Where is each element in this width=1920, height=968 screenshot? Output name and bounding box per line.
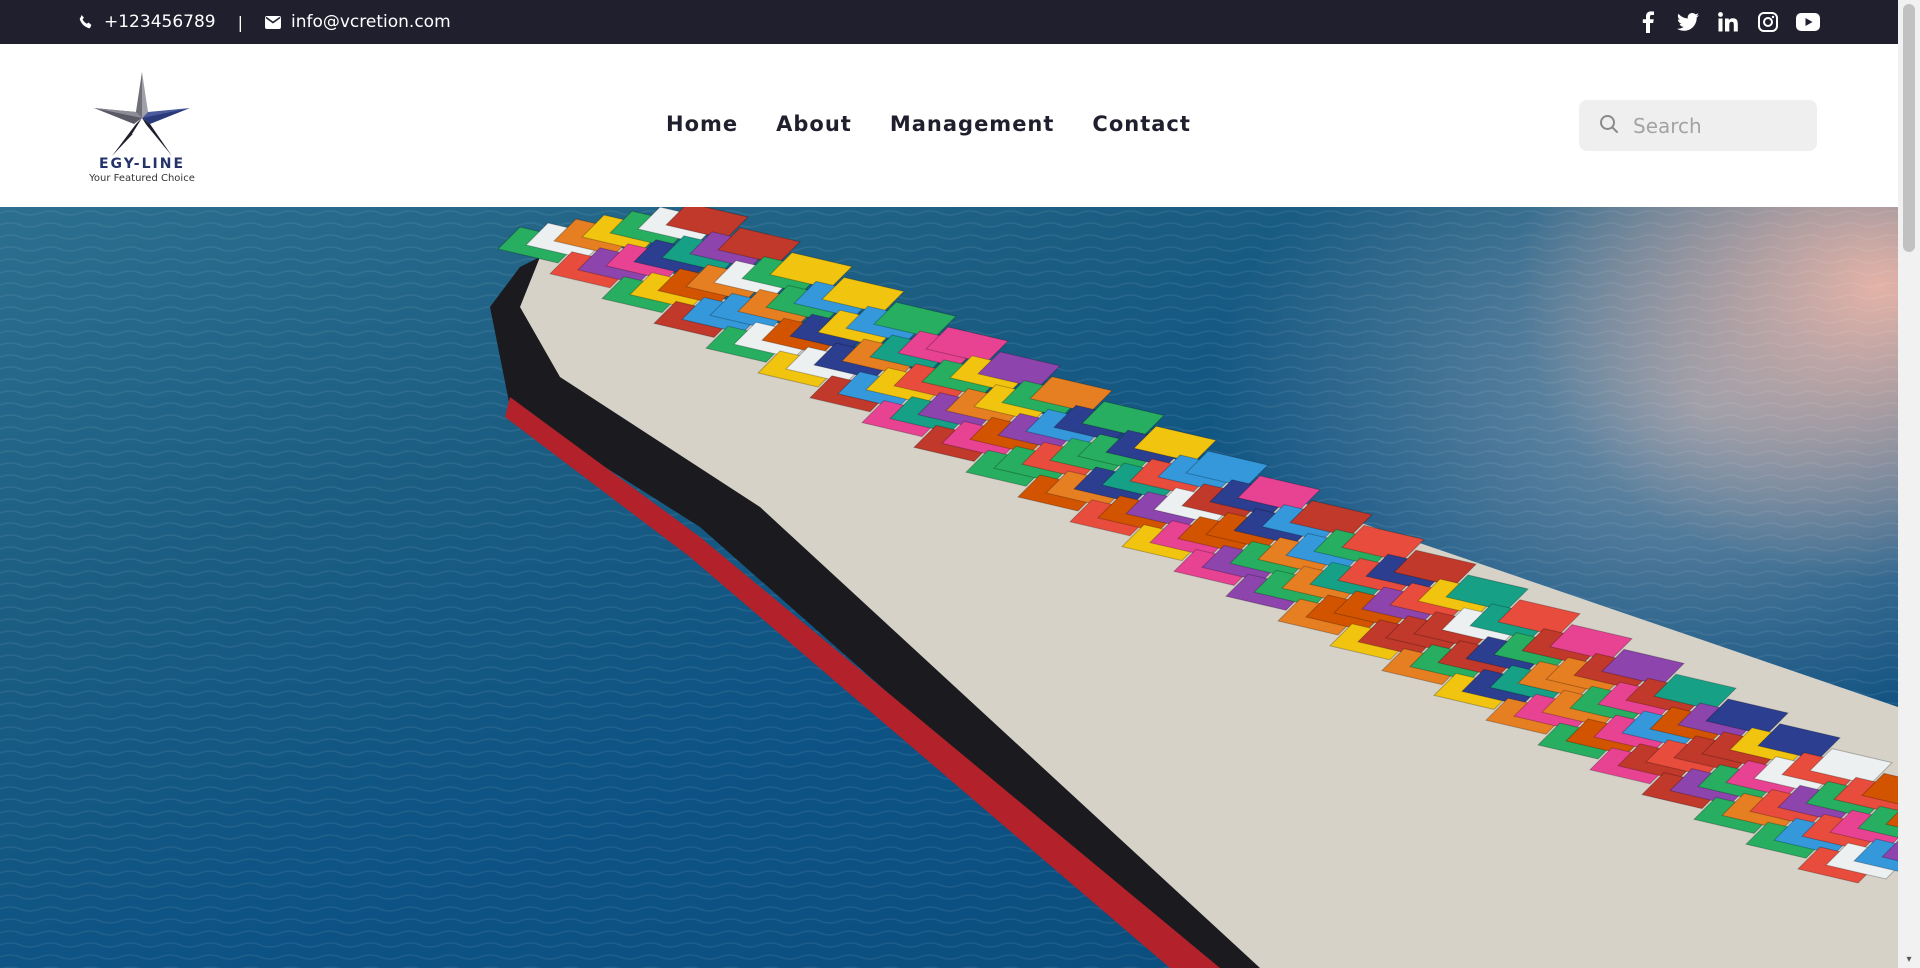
scrollbar-thumb[interactable] — [1903, 4, 1915, 252]
email-address[interactable]: info@vcretion.com — [291, 12, 451, 32]
phone-icon — [78, 14, 94, 30]
nav-home[interactable]: Home — [666, 112, 738, 136]
nav-management[interactable]: Management — [890, 112, 1055, 136]
hero-banner — [0, 207, 1898, 968]
facebook-icon[interactable] — [1636, 10, 1660, 34]
nav-contact[interactable]: Contact — [1092, 112, 1191, 136]
youtube-icon[interactable] — [1796, 10, 1820, 34]
search-input[interactable] — [1633, 113, 1803, 138]
logo-tagline: Your Featured Choice — [89, 173, 195, 184]
logo-name: EGY-LINE — [98, 156, 186, 172]
site-header: EGY-LINE Your Featured Choice Home About… — [0, 44, 1898, 207]
search-box[interactable] — [1579, 100, 1817, 151]
phone-contact[interactable]: +123456789 — [78, 12, 216, 32]
main-nav: Home About Management Contact — [666, 112, 1191, 136]
twitter-icon[interactable] — [1676, 10, 1700, 34]
page-scrollbar[interactable]: ▾ — [1898, 0, 1920, 968]
top-bar: +123456789 | info@vcretion.com — [0, 0, 1898, 44]
contact-separator: | — [237, 12, 243, 32]
nav-about[interactable]: About — [776, 112, 852, 136]
star-logo-icon — [94, 72, 190, 156]
search-icon — [1599, 114, 1619, 138]
envelope-icon — [264, 15, 281, 29]
linkedin-icon[interactable] — [1716, 10, 1740, 34]
phone-number[interactable]: +123456789 — [104, 12, 216, 32]
scroll-down-arrow-icon[interactable]: ▾ — [1903, 954, 1915, 966]
container-ship-image — [0, 207, 1898, 968]
instagram-icon[interactable] — [1756, 10, 1780, 34]
email-contact[interactable]: info@vcretion.com — [264, 12, 451, 32]
contact-info: +123456789 | info@vcretion.com — [78, 12, 451, 32]
social-links — [1636, 10, 1820, 34]
